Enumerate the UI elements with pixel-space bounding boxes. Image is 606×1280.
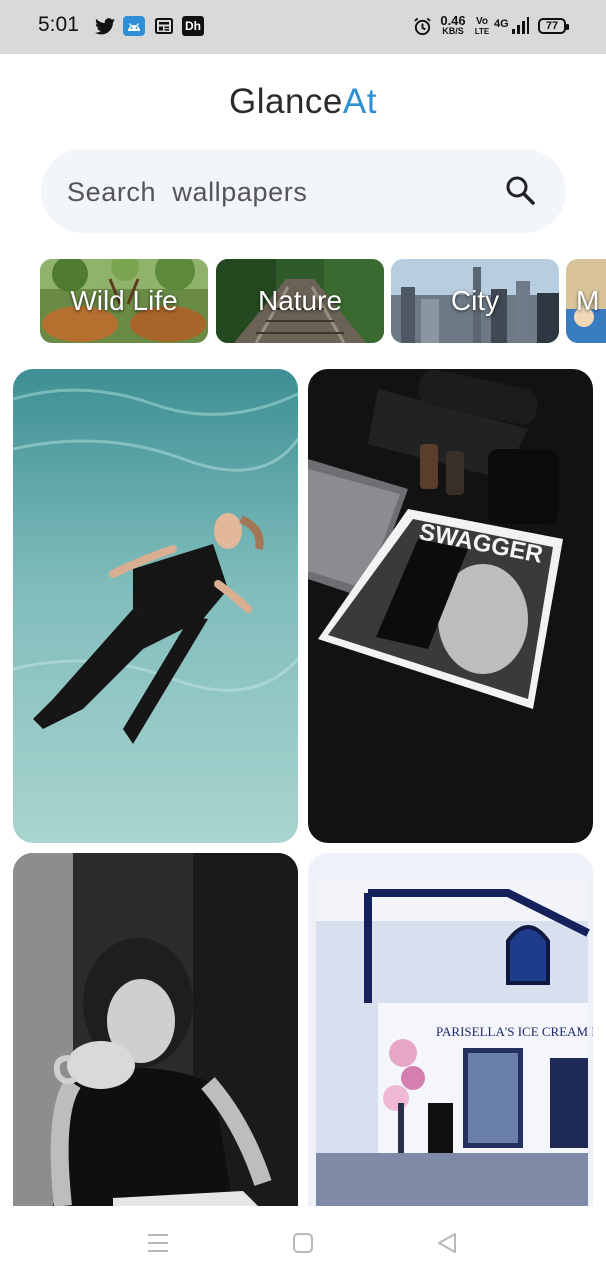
news-icon (153, 16, 175, 36)
volte-indicator: Vo LTE (474, 16, 490, 36)
category-wild-life[interactable]: Wild Life (40, 259, 208, 343)
wallpaper-card-coffee[interactable] (13, 853, 298, 1206)
category-label: Wild Life (70, 285, 178, 316)
wallpaper-image (13, 369, 298, 843)
storefront-sign: PARISELLA'S ICE CREAM DA (436, 1024, 593, 1039)
system-nav-bar (0, 1206, 606, 1280)
category-city[interactable]: City (391, 259, 559, 343)
wallpaper-image: PARISELLA'S ICE CREAM DA (308, 853, 593, 1206)
search-input[interactable] (65, 169, 489, 215)
app-title-main: Glance (229, 82, 343, 121)
dh-app-icon: Dh (182, 16, 204, 36)
alarm-icon (412, 16, 432, 36)
category-label: M (576, 285, 600, 316)
wallpaper-card-storefront[interactable]: PARISELLA'S ICE CREAM DA (308, 853, 593, 1206)
network-type: 4G (494, 18, 509, 30)
android-debug-icon (123, 16, 145, 36)
battery-indicator: 77 (538, 18, 569, 34)
status-time: 5:01 (38, 13, 79, 36)
wallpaper-image: SWAGGER (308, 369, 593, 843)
app-title-accent: At (342, 82, 377, 121)
net-speed: 0.46 KB/S (440, 13, 466, 36)
twitter-icon (94, 16, 116, 36)
wallpaper-card-pool[interactable] (13, 369, 298, 843)
category-label: City (450, 285, 500, 316)
signal-icon (510, 16, 530, 36)
category-label: Nature (257, 285, 343, 316)
home-icon[interactable] (292, 1232, 314, 1254)
search-icon[interactable] (502, 172, 538, 208)
category-nature[interactable]: Nature (216, 259, 384, 343)
wallpaper-card-magazine[interactable]: SWAGGER (308, 369, 593, 843)
search-bar[interactable] (41, 149, 566, 233)
category-more[interactable]: M (566, 259, 606, 343)
wallpaper-image (13, 853, 298, 1206)
back-icon[interactable] (436, 1232, 458, 1254)
menu-icon[interactable] (146, 1232, 170, 1254)
app-title: GlanceAt (0, 82, 606, 122)
status-bar: 5:01 Dh 0.46 KB/S Vo LTE 4G 77 (0, 0, 606, 54)
